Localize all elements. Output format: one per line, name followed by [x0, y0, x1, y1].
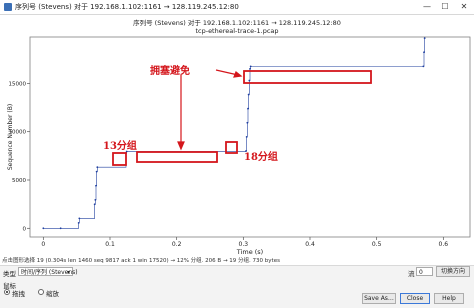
x-axis-ticks: 0 0.1 0.2 0.3 0.4 0.5 0.6: [41, 237, 448, 248]
annotation-13-segments: 13分组: [103, 141, 137, 152]
stream-value: 0: [419, 269, 423, 276]
data-point: [96, 166, 99, 169]
help-button[interactable]: Help: [434, 293, 464, 304]
x-tick-label: 0.1: [105, 241, 115, 248]
y-tick-label: 5000: [12, 178, 26, 184]
stream-spinbox[interactable]: 0: [416, 267, 433, 276]
data-point: [247, 107, 249, 110]
close-button[interactable]: Close: [400, 293, 430, 304]
stream-label: 流: [408, 270, 415, 278]
x-tick-label: 0: [41, 241, 45, 248]
y-tick-label: 0: [23, 226, 27, 232]
x-axis-label: Time (s): [236, 248, 263, 256]
x-tick-label: 0.4: [305, 241, 315, 248]
data-point: [248, 79, 251, 82]
y-tick-label: 15000: [9, 81, 27, 87]
data-point: [423, 37, 426, 40]
annotation-congestion-avoidance: 拥塞避免: [150, 66, 190, 77]
data-point: [77, 221, 80, 224]
type-label: 类型: [3, 270, 16, 278]
data-point: [246, 121, 249, 124]
data-point: [422, 65, 425, 68]
annotation-18-segments: 18分组: [244, 152, 278, 163]
zoom-label: 缩放: [46, 290, 59, 298]
data-point: [94, 198, 97, 201]
tcp-sequence-graph[interactable]: 0 0.1 0.2 0.3 0.4 0.5 0.6 050001000015000 Time…: [0, 0, 474, 256]
data-point: [42, 227, 45, 230]
data-point: [59, 227, 62, 230]
y-axis-label: Sequence Number (B): [7, 104, 14, 170]
switch-direction-button[interactable]: 切换方向: [436, 266, 470, 277]
data-point: [78, 217, 81, 220]
x-tick-label: 0.5: [372, 241, 382, 248]
chevron-down-icon: ▾: [66, 269, 70, 276]
data-point: [95, 170, 98, 173]
graph-type-select[interactable]: 时间/序列 (Stevens) ▾: [18, 267, 78, 276]
drag-label: 拖拽: [12, 290, 25, 298]
controls-panel: 类型 时间/序列 (Stevens) ▾ 流 0 切换方向 鼠标 拖拽 缩放 S…: [0, 265, 474, 308]
data-point: [93, 203, 96, 206]
data-point: [423, 51, 425, 54]
data-point: [249, 65, 252, 68]
plot-area: [29, 36, 471, 238]
drag-radio[interactable]: [4, 289, 10, 295]
data-point: [247, 93, 250, 96]
x-tick-label: 0.2: [172, 241, 182, 248]
status-text: 点击图形选择 19 (0.304s len 1460 seq 9817 ack …: [2, 258, 280, 264]
zoom-radio[interactable]: [38, 289, 44, 295]
data-point: [245, 136, 248, 138]
data-point: [249, 67, 251, 70]
save-as-button[interactable]: Save As…: [362, 293, 396, 304]
data-point: [95, 184, 97, 187]
x-tick-label: 0.3: [239, 241, 249, 248]
x-tick-label: 0.6: [439, 241, 449, 248]
